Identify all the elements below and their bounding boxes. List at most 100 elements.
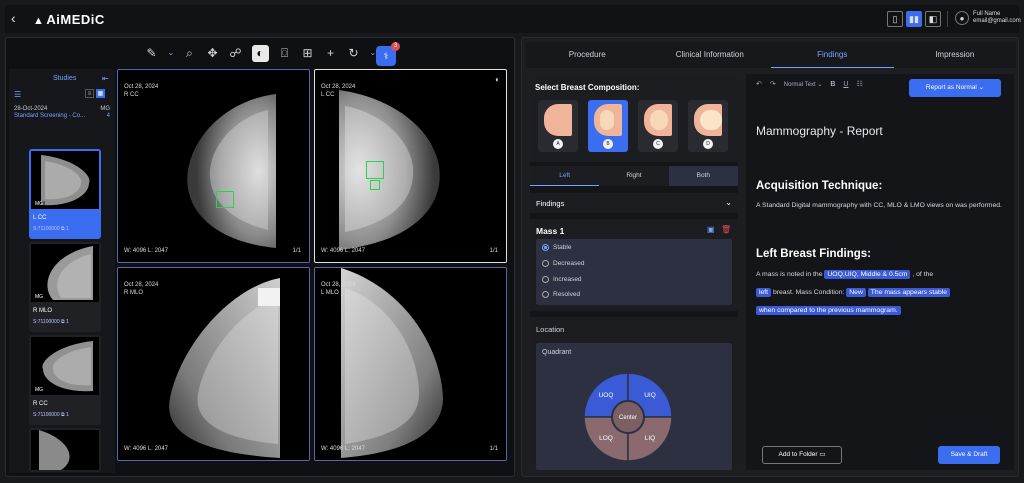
- folder-icon: ▭: [819, 451, 826, 458]
- thumbnail-series: S:71100000 ⧉ 1: [33, 319, 69, 325]
- pan-icon[interactable]: ✥: [206, 46, 220, 60]
- collapse-icon[interactable]: ⇤: [102, 74, 109, 83]
- save-icon[interactable]: ▣: [707, 225, 715, 234]
- radio-resolved[interactable]: Resolved: [542, 291, 580, 298]
- trash-icon[interactable]: 🗑: [721, 225, 731, 234]
- quadrant-diagram: UOQ UIQ LOQ LIQ Center: [583, 372, 673, 462]
- mass-card: Mass 1 ▣ 🗑 Stable Decreased Increased Re…: [530, 219, 738, 311]
- comparison-chip[interactable]: The mass appears stable: [867, 288, 951, 297]
- invert-icon[interactable]: ◐: [251, 44, 269, 62]
- chevron-left-icon[interactable]: ‹: [11, 11, 16, 25]
- breast-composition-section: Select Breast Composition: A B C D: [530, 74, 738, 162]
- tab-impression[interactable]: Impression: [894, 42, 1017, 68]
- invert-indicator-icon: ◐: [495, 75, 500, 84]
- tab-clinical-information[interactable]: Clinical Information: [649, 42, 772, 68]
- side-selector: Left Right Both: [530, 166, 738, 186]
- side-left-tab[interactable]: Left: [530, 166, 600, 186]
- report-title: Mammography - Report: [756, 124, 883, 138]
- composition-option-c[interactable]: C: [638, 100, 678, 152]
- radio-increased[interactable]: Increased: [542, 276, 582, 283]
- series-thumbnail[interactable]: MG R MLO S:71100000 ⧉ 1: [29, 242, 101, 332]
- layout-switcher: ▯ ▮▮ ◧: [887, 11, 941, 27]
- viewport-date: Oct 28, 2024: [124, 84, 159, 90]
- redo-icon[interactable]: ↷: [770, 80, 776, 88]
- save-draft-button[interactable]: Save & Draft: [938, 446, 1000, 464]
- left-findings-heading: Left Breast Findings:: [756, 248, 872, 260]
- divider: [947, 11, 948, 27]
- report-as-normal-button[interactable]: Report as Normal ⌄: [909, 79, 1001, 97]
- side-both-tab[interactable]: Both: [668, 166, 738, 186]
- layout-split-icon[interactable]: ◧: [925, 11, 941, 27]
- camera-icon[interactable]: ⌼: [278, 46, 292, 60]
- study-date: 28-Oct-2024: [14, 106, 48, 112]
- rotate-icon[interactable]: ↻: [347, 46, 361, 60]
- composition-option-d[interactable]: D: [688, 100, 728, 152]
- roi-box[interactable]: [366, 161, 384, 179]
- study-header[interactable]: 28-Oct-2024 MG: [9, 103, 115, 112]
- comparison-chip-continued[interactable]: when compared to the previous mammogram.: [756, 306, 901, 315]
- side-right-tab[interactable]: Right: [599, 166, 668, 186]
- zoom-icon[interactable]: ⌕: [183, 46, 197, 60]
- mass-condition-options: Stable Decreased Increased Resolved: [536, 239, 732, 305]
- study-description: Standard Screening - Co...: [14, 113, 86, 119]
- viewport-l-mlo[interactable]: Oct 28, 2024 L MLO W: 4096 L: 2047 1/1: [314, 267, 507, 461]
- findings-text-part: breast. Mass Condition:: [772, 289, 845, 296]
- chevron-down-icon[interactable]: ⌄: [370, 46, 377, 60]
- study-count: 4: [106, 113, 110, 119]
- add-to-folder-button[interactable]: Add to Folder ▭: [762, 446, 842, 464]
- side-chip[interactable]: left: [756, 288, 772, 297]
- viewport-l-cc[interactable]: Oct 28, 2024 L CC W: 4096 L: 2047 1/1 ◐: [314, 69, 507, 263]
- study-description-row: Standard Screening - Co... 4: [9, 112, 115, 120]
- location-label: Location: [536, 325, 565, 334]
- user-menu[interactable]: ● Full Name email@gmail.com: [955, 11, 1021, 25]
- acquisition-text[interactable]: A Standard Digital mammography with CC, …: [756, 198, 1006, 213]
- thumbnail-series: S:71100000 ⧉ 1: [33, 226, 69, 232]
- viewport-r-mlo[interactable]: Oct 28, 2024 R MLO W: 4096 L: 2047: [117, 267, 310, 461]
- composition-option-b[interactable]: B: [588, 100, 628, 152]
- pencil-icon[interactable]: ✎: [145, 46, 159, 60]
- chevron-down-icon[interactable]: ⌄: [168, 46, 175, 60]
- add-image-icon[interactable]: ⊞: [301, 46, 315, 60]
- series-thumbnail[interactable]: [29, 428, 101, 472]
- report-tabs: Procedure Clinical Information Findings …: [526, 42, 1016, 68]
- composition-letter: B: [603, 139, 613, 149]
- left-findings-text[interactable]: A mass is noted in the UOQ,UIQ, Middle &…: [756, 266, 1006, 320]
- notification-badge: 3: [391, 42, 400, 51]
- bold-icon[interactable]: B: [830, 81, 835, 88]
- radio-decreased[interactable]: Decreased: [542, 260, 584, 267]
- roi-box[interactable]: [370, 180, 380, 190]
- grid-view-icon[interactable]: ▦: [96, 89, 105, 98]
- undo-icon[interactable]: ↶: [756, 80, 762, 88]
- findings-dropdown[interactable]: Findings ⌄: [530, 193, 738, 213]
- viewport-info: Oct 28, 2024 R MLO: [124, 281, 158, 297]
- study-modality: MG: [100, 106, 110, 112]
- window-level: W: 4096 L: 2047: [124, 248, 168, 254]
- condition-chip[interactable]: New: [846, 288, 866, 297]
- quadrant-liq-label: LIQ: [645, 435, 655, 442]
- layout-two-pane-icon[interactable]: ▮▮: [906, 11, 922, 27]
- breast-density-icon: [594, 104, 622, 136]
- tab-procedure[interactable]: Procedure: [526, 42, 649, 68]
- list-icon[interactable]: ☷: [856, 80, 862, 88]
- window-level-icon[interactable]: ☍: [229, 46, 243, 60]
- series-thumbnail[interactable]: MG R CC S:71100000 ⧉ 1: [29, 335, 101, 425]
- quadrant-uiq-label: UIQ: [644, 392, 656, 399]
- layout-single-icon[interactable]: ▯: [887, 11, 903, 27]
- thumbnail-image: [31, 430, 99, 470]
- list-view-icon[interactable]: ≡: [85, 89, 94, 98]
- tab-findings[interactable]: Findings: [771, 42, 894, 68]
- viewport-r-cc[interactable]: Oct 28, 2024 R CC W: 4096 L: 2047 1/1: [117, 69, 310, 263]
- radio-stable[interactable]: Stable: [542, 244, 571, 251]
- thumbnail-label: L CC: [33, 215, 47, 221]
- viewer-toolbar: ✎ ⌄ ⌕ ✥ ☍ ◐ ⌼ ⊞ + ↻ ⌄: [6, 38, 514, 68]
- text-style-select[interactable]: Normal Text ⌄: [784, 81, 823, 88]
- studies-header: Studies ⇤: [9, 69, 115, 87]
- underline-icon[interactable]: U: [843, 81, 848, 88]
- composition-option-a[interactable]: A: [538, 100, 578, 152]
- location-chip[interactable]: UOQ,UIQ, Middle & 0.5cm: [824, 270, 911, 279]
- modality-tag: MG: [33, 294, 46, 300]
- filter-icon[interactable]: ☰: [14, 90, 21, 99]
- series-thumbnail[interactable]: MG L CC S:71100000 ⧉ 1: [29, 149, 101, 239]
- roi-box[interactable]: [216, 191, 234, 208]
- crosshair-icon[interactable]: +: [324, 46, 338, 60]
